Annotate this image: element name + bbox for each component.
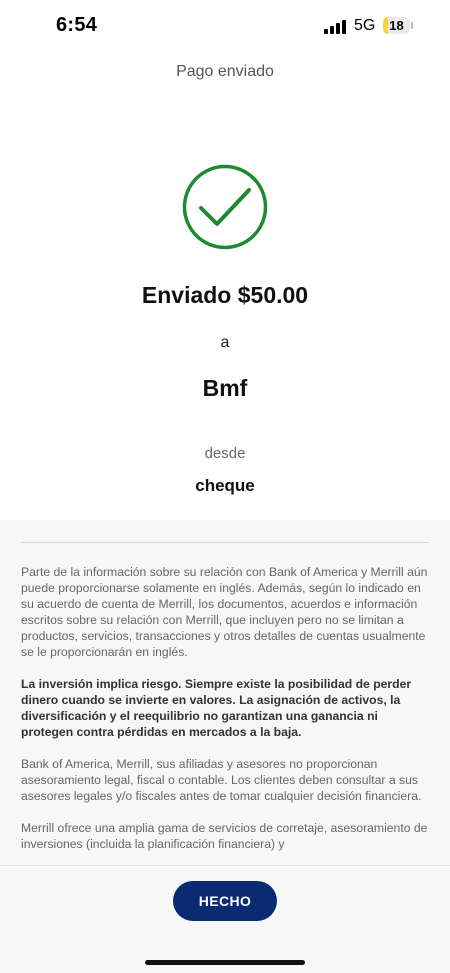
to-label: a	[220, 334, 230, 351]
network-type: 5G	[354, 17, 376, 34]
status-time: 6:54	[56, 14, 98, 36]
home-indicator[interactable]	[145, 960, 305, 965]
disclosure-paragraph: Merrill ofrece una amplia gama de servic…	[21, 821, 428, 851]
battery-level: 18	[389, 18, 404, 33]
source-account: cheque	[195, 476, 255, 495]
divider	[21, 542, 429, 543]
recipient-name: Bmf	[202, 375, 248, 401]
sent-amount: Enviado $50.00	[141, 282, 309, 308]
checkmark-circle-icon	[182, 164, 268, 250]
disclosure-paragraph: Parte de la información sobre su relació…	[21, 565, 428, 659]
status-bar: 6:54 5G 18	[0, 0, 450, 54]
from-label: desde	[204, 445, 246, 462]
done-button[interactable]: HECHO	[173, 881, 277, 921]
page-title: Pago enviado	[176, 63, 274, 80]
disclosure-paragraph: Bank of America, Merrill, sus afiliadas …	[21, 757, 422, 803]
disclosures-panel[interactable]: Parte de la información sobre su relació…	[0, 520, 450, 865]
signal-strength-icon	[324, 20, 348, 34]
risk-disclosure: La inversión implica riesgo. Siempre exi…	[21, 677, 412, 739]
disclosure-text: Parte de la información sobre su relació…	[21, 564, 431, 865]
battery-icon: 18	[383, 17, 413, 35]
footer: HECHO	[0, 865, 450, 973]
